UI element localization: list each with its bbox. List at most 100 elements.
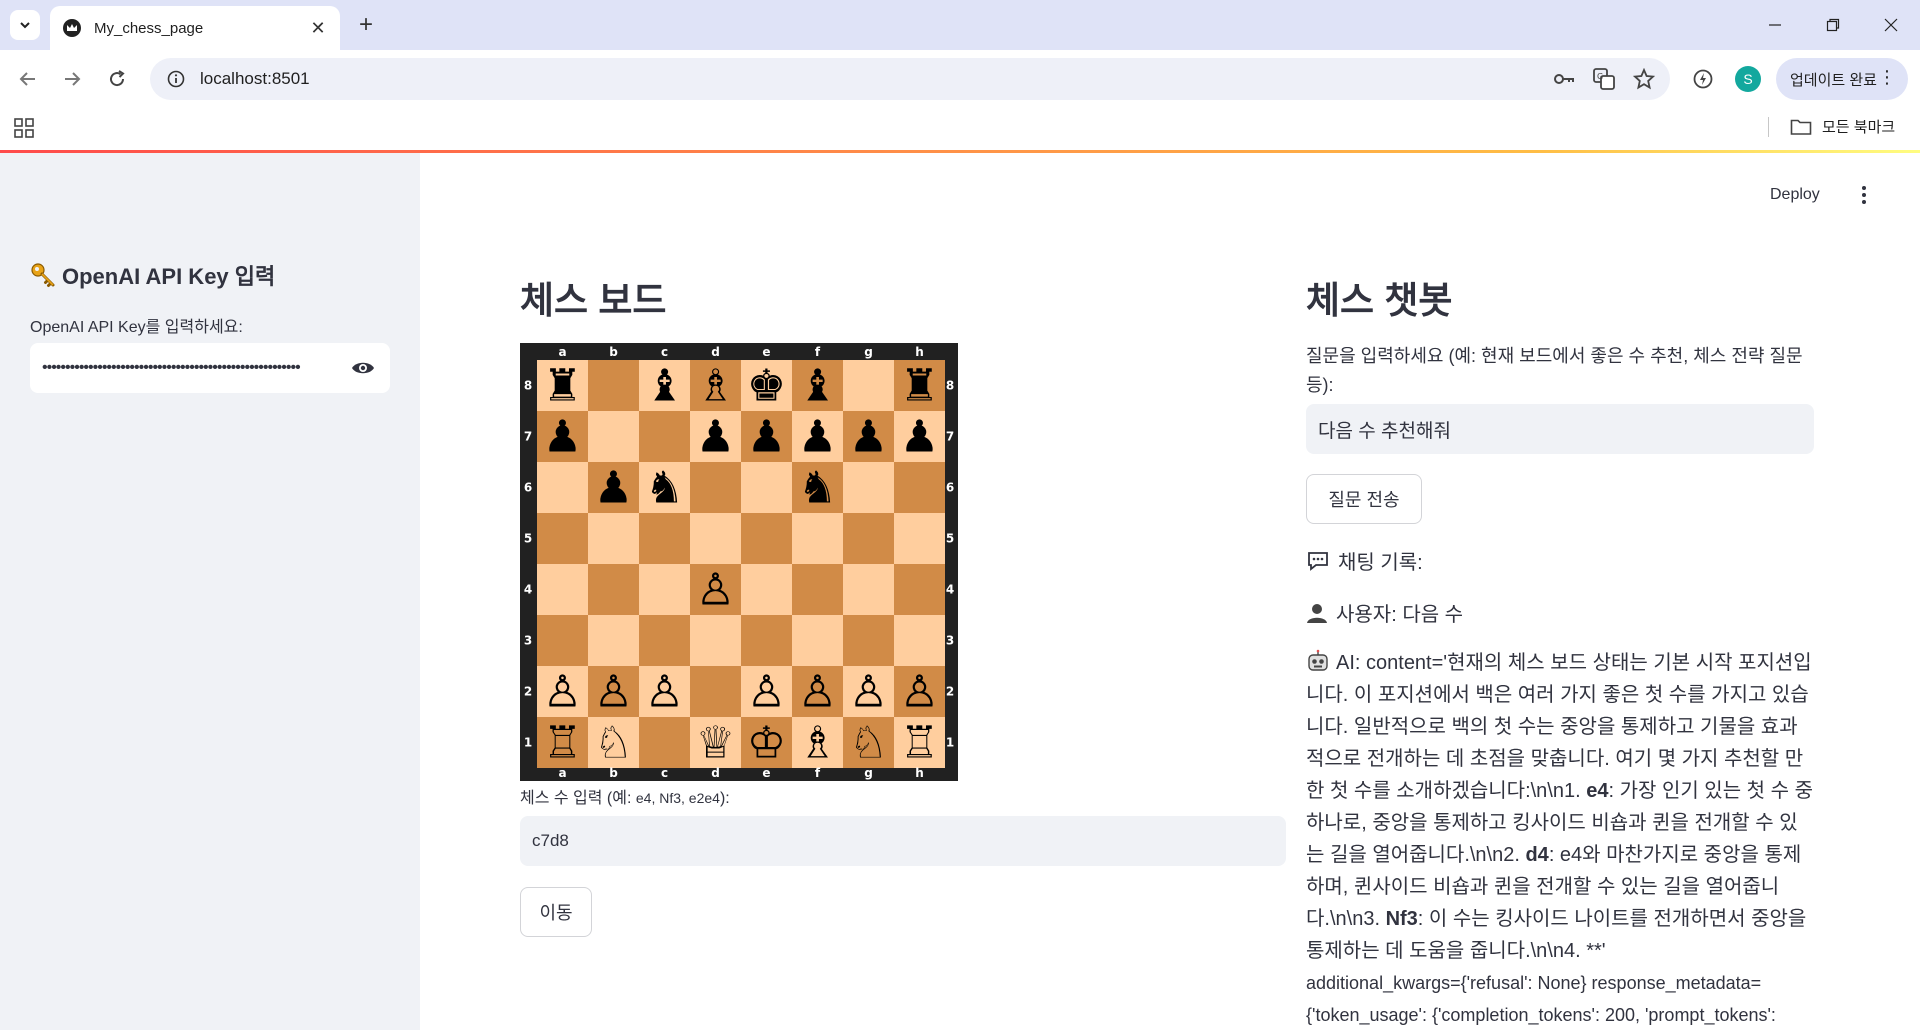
tab-search-button[interactable]: [10, 10, 40, 40]
square-c1[interactable]: [639, 717, 690, 768]
bookmark-star-icon[interactable]: [1632, 67, 1656, 91]
square-d6[interactable]: [690, 462, 741, 513]
update-button[interactable]: 업데이트 완료 ⋮: [1776, 58, 1908, 100]
restore-button[interactable]: [1804, 0, 1862, 50]
piece-d4[interactable]: ♙: [696, 565, 735, 616]
move-input[interactable]: c7d8: [520, 816, 1286, 866]
square-e6[interactable]: [741, 462, 792, 513]
square-e4[interactable]: [741, 564, 792, 615]
file-label-bottom: a: [558, 766, 566, 780]
show-password-icon[interactable]: [348, 353, 378, 383]
square-c4[interactable]: [639, 564, 690, 615]
square-b7[interactable]: [588, 411, 639, 462]
piece-c2[interactable]: ♙: [645, 667, 684, 718]
browser-toolbar: localhost:8501 G S 업데이트 완료 ⋮: [0, 50, 1920, 108]
square-b4[interactable]: [588, 564, 639, 615]
browser-menu-icon[interactable]: ⋮: [1878, 67, 1896, 88]
square-a4[interactable]: [537, 564, 588, 615]
piece-f2[interactable]: ♙: [798, 667, 837, 718]
square-e5[interactable]: [741, 513, 792, 564]
piece-f1[interactable]: ♗: [798, 718, 837, 769]
piece-h8[interactable]: ♜: [900, 361, 939, 412]
apps-grid-icon[interactable]: [13, 117, 35, 139]
browser-tab[interactable]: My_chess_page ✕: [50, 6, 340, 50]
square-f4[interactable]: [792, 564, 843, 615]
square-h4[interactable]: [894, 564, 945, 615]
back-button[interactable]: [12, 63, 44, 95]
square-c7[interactable]: [639, 411, 690, 462]
piece-e1[interactable]: ♔: [747, 718, 786, 769]
piece-g2[interactable]: ♙: [849, 667, 888, 718]
piece-h2[interactable]: ♙: [900, 667, 939, 718]
square-h6[interactable]: [894, 462, 945, 513]
piece-e8[interactable]: ♚: [747, 361, 786, 412]
api-key-field[interactable]: ••••••••••••••••••••••••••••••••••••••••…: [30, 343, 390, 393]
question-input[interactable]: 다음 수 추천해줘: [1306, 404, 1814, 454]
square-d3[interactable]: [690, 615, 741, 666]
square-b5[interactable]: [588, 513, 639, 564]
chess-board-svg[interactable]: ♜ ♝ ♗ ♚ ♝ ♜♟ ♟ ♟ ♟ ♟ ♟♟ ♞ ♞♙♙ ♙ ♙ ♙ ♙ ♙ ♙♖ ♘ ♕ ♔ ♗ ♘ ♖aabbccddee…: [520, 343, 958, 781]
piece-d7[interactable]: ♟: [696, 412, 735, 463]
square-c5[interactable]: [639, 513, 690, 564]
square-g6[interactable]: [843, 462, 894, 513]
deploy-button[interactable]: Deploy: [1770, 186, 1820, 204]
square-g4[interactable]: [843, 564, 894, 615]
rank-label-right: 1: [946, 736, 954, 750]
forward-button[interactable]: [56, 63, 88, 95]
piece-f7[interactable]: ♟: [798, 412, 837, 463]
password-key-icon[interactable]: [1552, 67, 1576, 91]
piece-h7[interactable]: ♟: [900, 412, 939, 463]
new-tab-button[interactable]: +: [352, 12, 380, 40]
square-h3[interactable]: [894, 615, 945, 666]
piece-b2[interactable]: ♙: [594, 667, 633, 718]
square-g8[interactable]: [843, 360, 894, 411]
reload-button[interactable]: [101, 63, 133, 95]
piece-d1[interactable]: ♕: [696, 718, 735, 769]
file-label-top: e: [762, 345, 770, 359]
piece-f6[interactable]: ♞: [798, 463, 837, 514]
close-window-button[interactable]: [1862, 0, 1920, 50]
piece-c6[interactable]: ♞: [645, 463, 684, 514]
square-h5[interactable]: [894, 513, 945, 564]
piece-d8[interactable]: ♗: [696, 361, 735, 412]
send-question-button[interactable]: 질문 전송: [1306, 474, 1422, 524]
move-button[interactable]: 이동: [520, 887, 592, 937]
piece-f8[interactable]: ♝: [798, 361, 837, 412]
piece-b6[interactable]: ♟: [594, 463, 633, 514]
square-a3[interactable]: [537, 615, 588, 666]
piece-h1[interactable]: ♖: [900, 718, 939, 769]
square-d5[interactable]: [690, 513, 741, 564]
piece-e7[interactable]: ♟: [747, 412, 786, 463]
square-g5[interactable]: [843, 513, 894, 564]
square-g3[interactable]: [843, 615, 894, 666]
ai-move-nf3: Nf3: [1385, 908, 1418, 930]
translate-icon[interactable]: G: [1592, 67, 1616, 91]
square-b3[interactable]: [588, 615, 639, 666]
piece-a8[interactable]: ♜: [543, 361, 582, 412]
piece-a1[interactable]: ♖: [543, 718, 582, 769]
address-bar[interactable]: localhost:8501 G: [150, 58, 1670, 100]
square-f3[interactable]: [792, 615, 843, 666]
square-a6[interactable]: [537, 462, 588, 513]
chess-board[interactable]: ♜ ♝ ♗ ♚ ♝ ♜ ♟ ♟ ♟ ♟ ♟ ♟ ♟ ♞ ♞ ♙ ♙ ♙ ♙ ♙ ♙ ♙ ♙ ♖ ♘ ♕ ♔ ♗ ♘ ♖ a a b b c c d d e e…: [520, 343, 958, 781]
piece-b1[interactable]: ♘: [594, 718, 633, 769]
profile-avatar[interactable]: S: [1735, 66, 1761, 92]
square-f5[interactable]: [792, 513, 843, 564]
piece-a2[interactable]: ♙: [543, 667, 582, 718]
minimize-button[interactable]: [1746, 0, 1804, 50]
piece-a7[interactable]: ♟: [543, 412, 582, 463]
square-d2[interactable]: [690, 666, 741, 717]
square-b8[interactable]: [588, 360, 639, 411]
square-c3[interactable]: [639, 615, 690, 666]
tab-close-icon[interactable]: ✕: [308, 18, 328, 39]
square-e3[interactable]: [741, 615, 792, 666]
extensions-icon[interactable]: [1687, 63, 1719, 95]
piece-c8[interactable]: ♝: [645, 361, 684, 412]
site-info-icon[interactable]: [164, 67, 188, 91]
piece-e2[interactable]: ♙: [747, 667, 786, 718]
piece-g7[interactable]: ♟: [849, 412, 888, 463]
piece-g1[interactable]: ♘: [849, 718, 888, 769]
square-a5[interactable]: [537, 513, 588, 564]
all-bookmarks-button[interactable]: 모든 북마크: [1790, 116, 1895, 137]
main-menu-icon[interactable]: [1854, 183, 1874, 207]
